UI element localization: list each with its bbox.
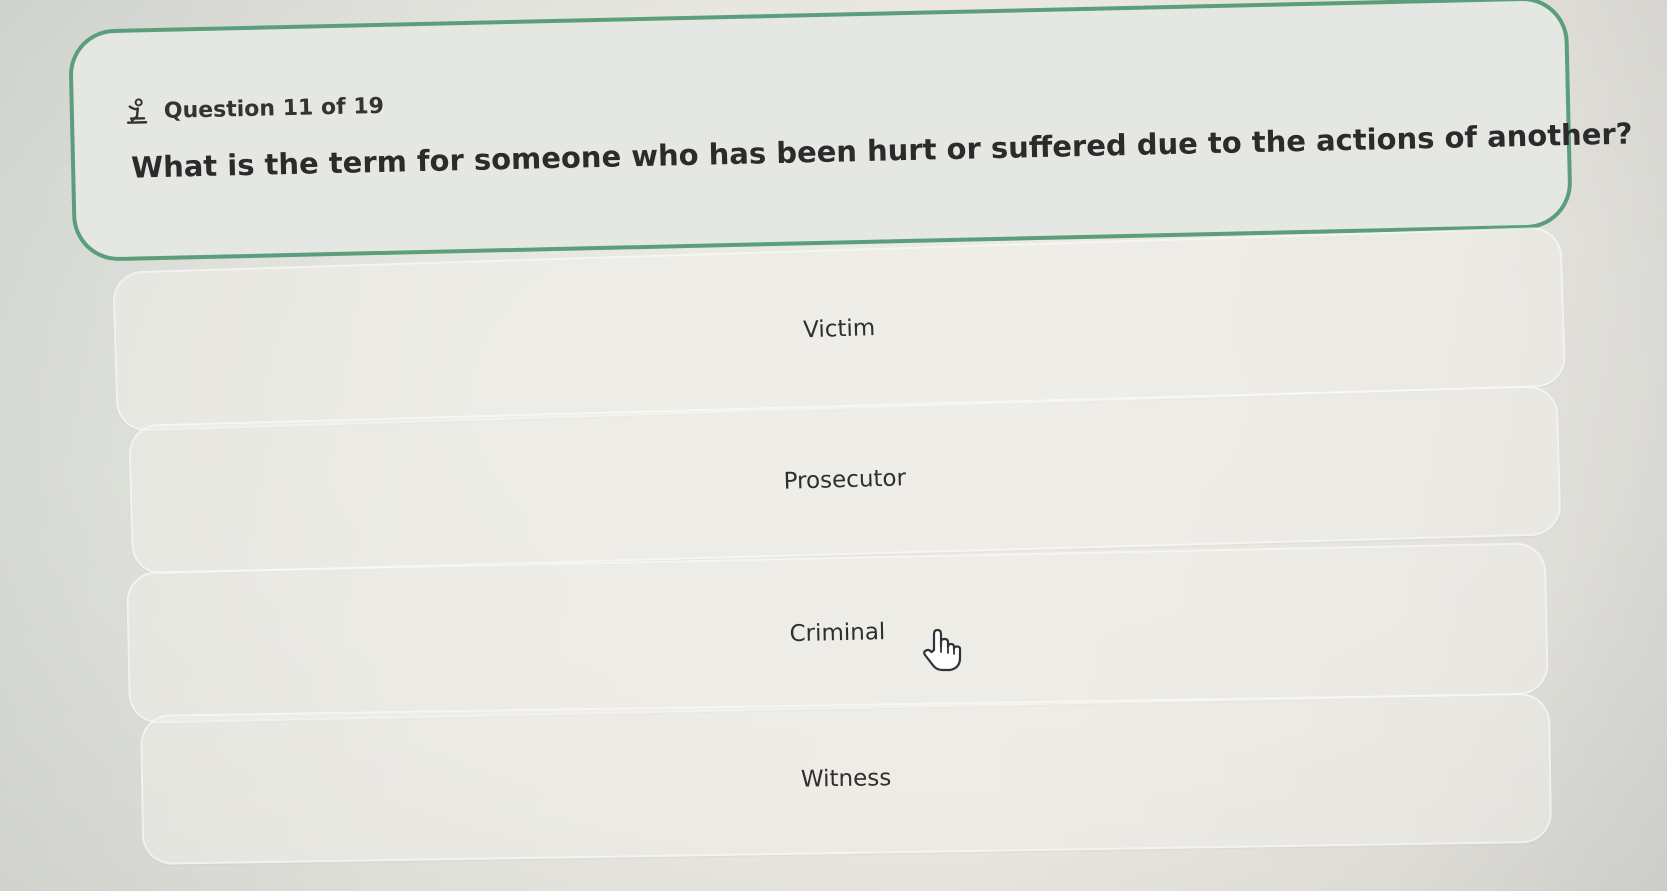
- answer-label: Victim: [802, 315, 876, 344]
- answer-label: Criminal: [789, 619, 886, 648]
- answer-label: Prosecutor: [783, 465, 907, 495]
- answer-option-witness[interactable]: Witness: [140, 692, 1553, 865]
- kneeling-figure-icon: [122, 96, 153, 127]
- question-card: Question 11 of 19 What is the term for s…: [68, 0, 1633, 262]
- question-text: What is the term for someone who has bee…: [130, 116, 1633, 185]
- answer-label: Witness: [800, 765, 892, 793]
- question-header: Question 11 of 19: [122, 91, 385, 127]
- question-counter: Question 11 of 19: [163, 93, 385, 124]
- pointer-hand-icon: [920, 628, 964, 674]
